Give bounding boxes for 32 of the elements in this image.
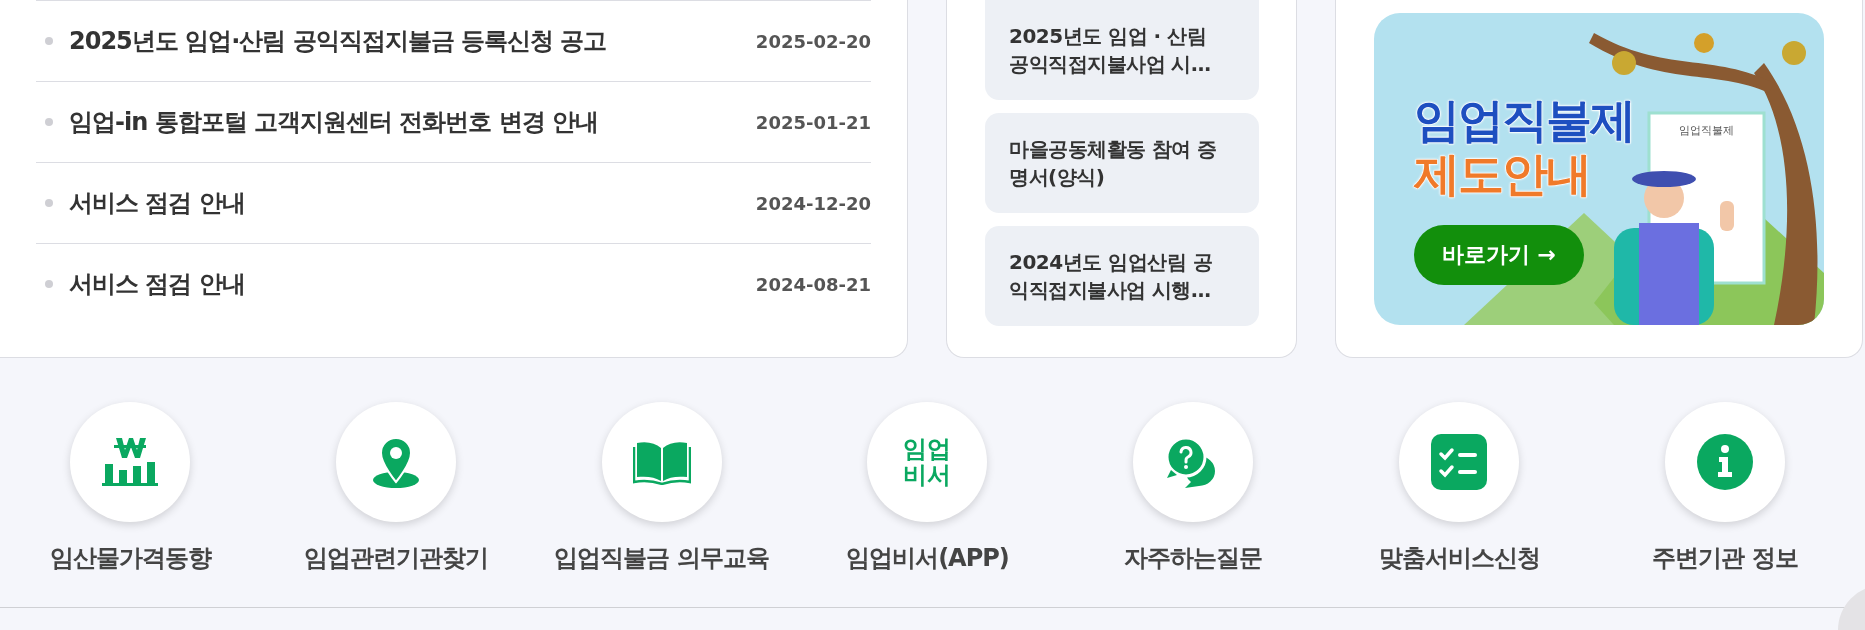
quick-link[interactable]: 임업 비서 임업비서(APP) bbox=[802, 402, 1053, 574]
document-link[interactable]: 2024년도 임업산림 공 익직접지불사업 시행… bbox=[985, 226, 1259, 326]
bullet-icon bbox=[45, 37, 53, 45]
bullet-icon bbox=[45, 118, 53, 126]
banner-title: 제도안내 bbox=[1414, 147, 1591, 202]
notice-date: 2025-02-20 bbox=[755, 30, 871, 52]
notice-link[interactable]: 2025년도 임업·산림 공익직접지불금 등록신청 공고 bbox=[69, 25, 756, 57]
notice-date: 2024-12-20 bbox=[755, 192, 871, 214]
document-link[interactable]: 마을공동체활동 참여 증 명서(양식) bbox=[985, 113, 1259, 213]
quick-link[interactable]: 임산물가격동향 bbox=[5, 402, 255, 574]
bullet-icon bbox=[45, 280, 53, 288]
location-pin-icon bbox=[370, 436, 421, 488]
quick-link[interactable]: 임업관련기관찾기 bbox=[270, 402, 521, 574]
app-logo-text: 임업 비서 bbox=[903, 435, 952, 489]
bullet-icon bbox=[45, 199, 53, 207]
quick-link[interactable]: 자주하는질문 bbox=[1068, 402, 1319, 574]
quick-link[interactable]: 입업직불금 의무교육 bbox=[536, 402, 787, 574]
price-chart-icon bbox=[100, 436, 160, 488]
document-link[interactable]: 2025년도 임업 · 산림 공익직접지불사업 시… bbox=[985, 0, 1259, 100]
notice-date: 2024-08-21 bbox=[755, 273, 871, 295]
clipboard-title: 임업직불제 bbox=[1679, 123, 1734, 138]
info-icon bbox=[1696, 434, 1753, 490]
shortcut-button[interactable]: 바로가기 → bbox=[1414, 225, 1584, 285]
notice-date: 2025-01-21 bbox=[755, 111, 871, 133]
notice-link[interactable]: 서비스 점검 안내 bbox=[69, 268, 756, 300]
notice-link[interactable]: 임업-in 통합포털 고객지원센터 전화번호 변경 안내 bbox=[69, 106, 756, 138]
quick-link[interactable]: 주변기관 정보 bbox=[1599, 402, 1850, 574]
book-icon bbox=[632, 439, 691, 485]
notice-link[interactable]: 서비스 점검 안내 bbox=[69, 187, 756, 219]
banner-title: 임업직불제 bbox=[1414, 93, 1634, 148]
checklist-icon bbox=[1431, 434, 1488, 490]
quick-link[interactable]: 맞춤서비스신청 bbox=[1334, 402, 1585, 574]
